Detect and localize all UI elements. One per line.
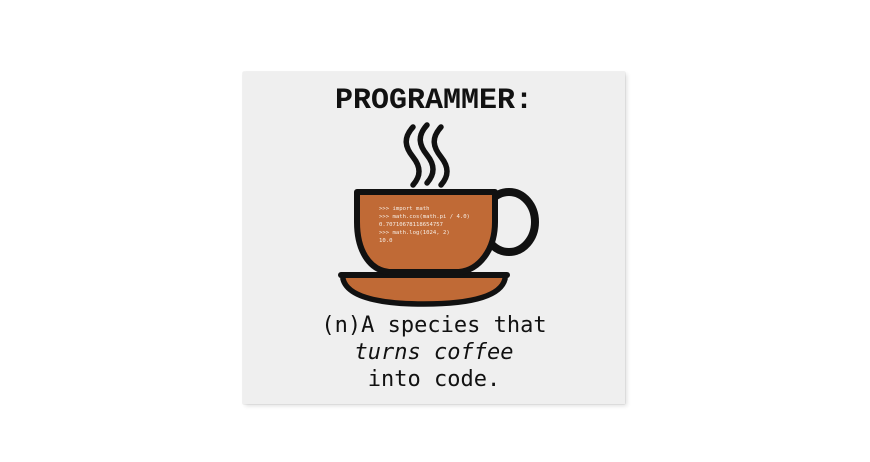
canvas: PROGRAMMER: >>> import math >>> math.cos… xyxy=(0,0,870,462)
code-line: 0.70710678118654757 xyxy=(379,222,443,228)
definition-line-1: (n)A species that xyxy=(321,313,547,338)
definition-text: (n)A species that turns coffee into code… xyxy=(243,312,625,393)
code-line: 10.0 xyxy=(379,238,392,244)
poster: PROGRAMMER: >>> import math >>> math.cos… xyxy=(243,72,625,404)
saucer-icon xyxy=(338,272,510,307)
code-line: >>> math.log(1024, 2) xyxy=(379,230,450,236)
steam-icon xyxy=(403,122,450,188)
definition-line-2: turns coffee xyxy=(354,340,514,365)
definition-line-3: into code. xyxy=(367,367,501,392)
code-line: >>> math.cos(math.pi / 4.0) xyxy=(379,214,470,220)
code-line: >>> import math xyxy=(379,206,430,212)
